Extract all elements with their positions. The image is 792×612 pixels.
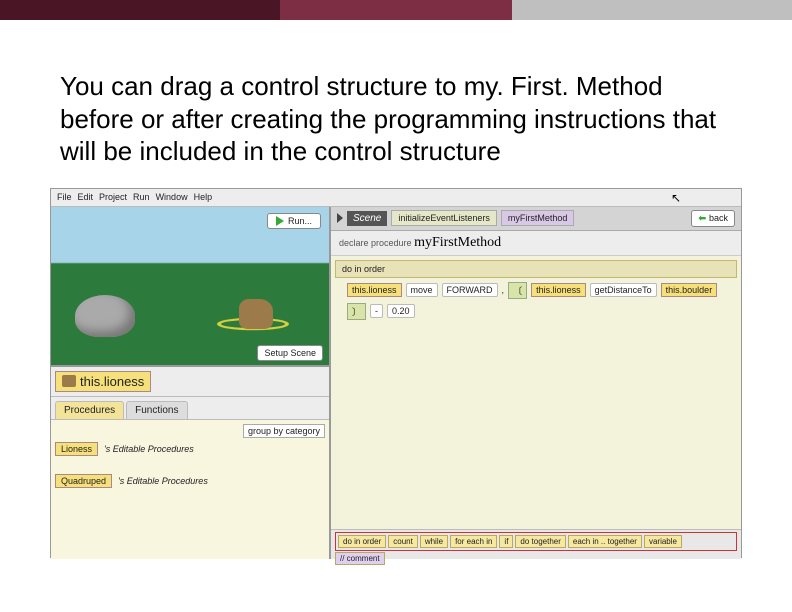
class-chip-lioness[interactable]: Lioness xyxy=(55,442,98,456)
alice-ide-screenshot: ↖ File Edit Project Run Window Help Run.… xyxy=(50,188,742,558)
run-button[interactable]: Run... xyxy=(267,213,321,229)
tab-functions[interactable]: Functions xyxy=(126,401,187,419)
menu-project[interactable]: Project xyxy=(99,192,127,202)
subject-pill[interactable]: this.lioness xyxy=(347,283,402,297)
ctrl-foreach[interactable]: for each in xyxy=(450,535,497,548)
menu-file[interactable]: File xyxy=(57,192,72,202)
arg-pill[interactable]: this.boulder xyxy=(661,283,718,297)
nav-arrow-icon[interactable] xyxy=(337,213,343,223)
tab-initialize-listeners[interactable]: initializeEventListeners xyxy=(391,210,497,226)
method-name: myFirstMethod xyxy=(414,235,501,250)
lioness-object[interactable] xyxy=(239,299,273,329)
direction-pill[interactable]: FORWARD xyxy=(442,283,498,297)
ctrl-count[interactable]: count xyxy=(388,535,418,548)
back-button[interactable]: ⬅back xyxy=(691,210,735,227)
scene-view-3d[interactable]: Run... Setup Scene xyxy=(51,207,329,367)
ctrl-do-in-order[interactable]: do in order xyxy=(338,535,386,548)
proc-label: 's Editable Procedures xyxy=(104,444,194,454)
expr-close-icon: 〕 xyxy=(347,303,366,320)
boulder-object[interactable] xyxy=(75,295,135,337)
ctrl-if[interactable]: if xyxy=(499,535,513,548)
ctrl-comment[interactable]: // comment xyxy=(335,552,385,565)
menu-help[interactable]: Help xyxy=(194,192,213,202)
selected-object-chip[interactable]: this.lioness xyxy=(55,371,151,392)
method-declaration: declare procedure myFirstMethod xyxy=(331,231,741,256)
tab-procedures[interactable]: Procedures xyxy=(55,401,124,419)
ctrl-variable[interactable]: variable xyxy=(644,535,682,548)
play-icon xyxy=(276,216,284,226)
obj-pill[interactable]: this.lioness xyxy=(531,283,586,297)
code-statement[interactable]: this.lioness move FORWARD , 〔 this.lione… xyxy=(347,282,737,320)
procedures-panel: group by category Lioness 's Editable Pro… xyxy=(51,419,329,559)
verb-pill[interactable]: move xyxy=(406,283,438,297)
lioness-icon xyxy=(62,375,76,387)
scene-label[interactable]: Scene xyxy=(347,211,387,226)
class-chip-quadruped[interactable]: Quadruped xyxy=(55,474,112,488)
tab-myfirstmethod[interactable]: myFirstMethod xyxy=(501,210,575,226)
value-pill[interactable]: 0.20 xyxy=(387,304,415,318)
slide-accent-bar xyxy=(0,0,792,20)
op-pill[interactable]: - xyxy=(370,304,383,318)
group-by-dropdown[interactable]: group by category xyxy=(243,424,325,438)
do-in-order-block[interactable]: do in order xyxy=(335,260,737,278)
menu-run[interactable]: Run xyxy=(133,192,150,202)
expr-open-icon: 〔 xyxy=(508,282,527,299)
code-editor-area[interactable]: do in order this.lioness move FORWARD , … xyxy=(331,256,741,529)
object-selector-panel: this.lioness xyxy=(51,367,329,397)
proc-label: 's Editable Procedures xyxy=(118,476,208,486)
menu-window[interactable]: Window xyxy=(156,192,188,202)
mouse-cursor-icon: ↖ xyxy=(671,191,681,205)
ctrl-do-together[interactable]: do together xyxy=(515,535,565,548)
control-structures-tray: do in order count while for each in if d… xyxy=(331,529,741,559)
menu-edit[interactable]: Edit xyxy=(78,192,94,202)
func-pill[interactable]: getDistanceTo xyxy=(590,283,657,297)
editor-tab-bar: Scene initializeEventListeners myFirstMe… xyxy=(331,207,741,231)
menu-bar[interactable]: File Edit Project Run Window Help xyxy=(51,189,741,207)
back-arrow-icon: ⬅ xyxy=(698,213,706,224)
slide-heading: You can drag a control structure to my. … xyxy=(0,20,792,188)
setup-scene-button[interactable]: Setup Scene xyxy=(257,345,323,361)
ctrl-while[interactable]: while xyxy=(420,535,448,548)
ctrl-each-together[interactable]: each in .. together xyxy=(568,535,642,548)
